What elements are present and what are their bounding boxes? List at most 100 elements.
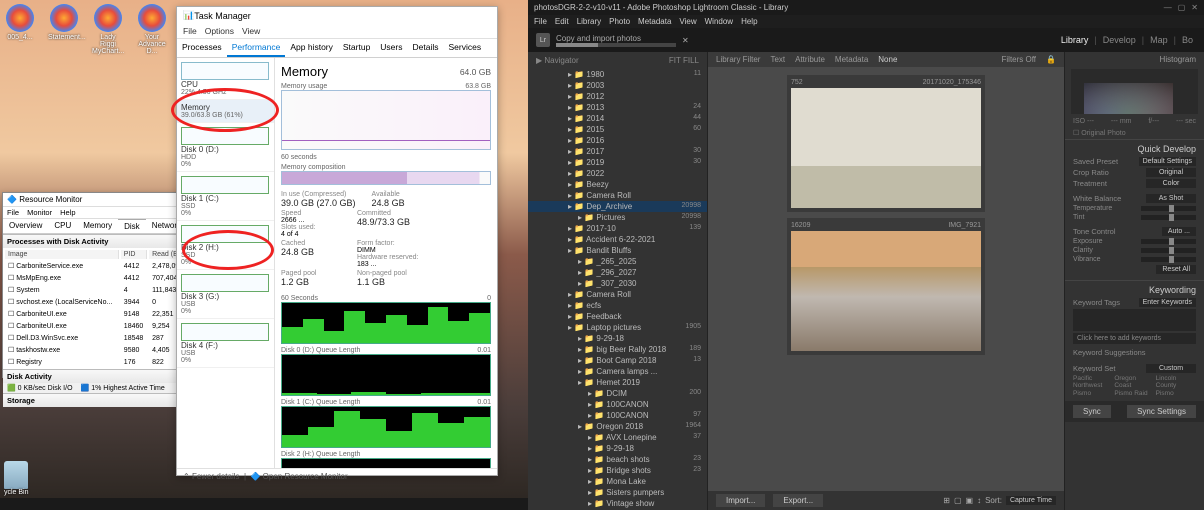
preset-dropdown[interactable]: Default Settings	[1139, 157, 1196, 166]
keyword-set-item[interactable]: Pismo Raid	[1114, 390, 1154, 397]
sync-settings-button[interactable]: Sync Settings	[1127, 405, 1196, 418]
filter-metadata[interactable]: Metadata	[835, 55, 868, 64]
folder-item[interactable]: ▸ 📁 2017-10139	[528, 223, 707, 234]
folder-item[interactable]: ▸ 📁 201324	[528, 102, 707, 113]
keyword-input[interactable]	[1073, 309, 1196, 331]
tab-memory[interactable]: Memory	[77, 219, 118, 233]
add-keywords-input[interactable]: Click here to add keywords	[1073, 333, 1196, 344]
tab-overview[interactable]: Overview	[3, 219, 48, 233]
thumbnail-grid[interactable]: 75220171020_175346 16209IMG_7921	[708, 67, 1064, 491]
folder-item[interactable]: ▸ 📁 Camera lamps ...	[528, 366, 707, 377]
keyword-set-item[interactable]: Pacific Northwest	[1073, 375, 1113, 389]
folder-item[interactable]: ▸ 📁 Bridge shots23	[528, 465, 707, 476]
folder-item[interactable]: ▸ 📁 Sisters pumpers	[528, 487, 707, 498]
folder-item[interactable]: ▸ 📁 201560	[528, 124, 707, 135]
folder-item[interactable]: ▸ 📁 _296_2027	[528, 267, 707, 278]
sidebar-disk1[interactable]: Disk 1 (C:) SSD 0%	[177, 172, 274, 221]
exposure-slider[interactable]	[1141, 239, 1196, 244]
sort-dropdown[interactable]: Capture Time	[1006, 496, 1056, 505]
lightroom-titlebar[interactable]: photosDGR-2-2-v10-v11 - Adobe Photoshop …	[528, 0, 1204, 15]
folder-item[interactable]: ▸ 📁 beach shots23	[528, 454, 707, 465]
folder-item[interactable]: ▸ 📁 201444	[528, 113, 707, 124]
sync-button[interactable]: Sync	[1073, 405, 1111, 418]
module-book[interactable]: Bo	[1179, 35, 1196, 45]
folder-item[interactable]: ▸ 📁 2022	[528, 168, 707, 179]
folder-item[interactable]: ▸ 📁 Bandit Bluffs	[528, 245, 707, 256]
desktop-icon[interactable]: 005_4...	[4, 4, 36, 55]
auto-tone-button[interactable]: Auto ...	[1162, 227, 1196, 236]
thumbnail-cell[interactable]: 16209IMG_7921	[787, 218, 985, 355]
tint-slider[interactable]	[1141, 215, 1196, 220]
folder-item[interactable]: ▸ 📁 Feedback	[528, 311, 707, 322]
folder-item[interactable]: ▸ 📁 9-29-18	[528, 443, 707, 454]
fewer-details-link[interactable]: ⌃ Fewer details	[183, 472, 240, 481]
tab-services[interactable]: Services	[443, 39, 486, 57]
tab-performance[interactable]: Performance	[227, 39, 286, 57]
folder-item[interactable]: ▸ 📁 Laptop pictures1905	[528, 322, 707, 333]
temp-slider[interactable]	[1141, 206, 1196, 211]
desktop-icon[interactable]: Your Advance D...	[136, 4, 168, 55]
folder-item[interactable]: ▸ 📁 198011	[528, 69, 707, 80]
keyword-set-item[interactable]: Lincoln County	[1156, 375, 1196, 389]
folder-item[interactable]: ▸ 📁 201730	[528, 146, 707, 157]
folder-item[interactable]: ▸ 📁 Beezy	[528, 179, 707, 190]
folder-item[interactable]: ▸ 📁 Mona Lake	[528, 476, 707, 487]
tab-users[interactable]: Users	[375, 39, 407, 57]
loupe-view-icon[interactable]: ▢	[954, 496, 962, 505]
vibrance-slider[interactable]	[1141, 257, 1196, 262]
tab-processes[interactable]: Processes	[177, 39, 227, 57]
compare-view-icon[interactable]: ▣	[966, 496, 974, 505]
folder-item[interactable]: ▸ 📁 _307_2030	[528, 278, 707, 289]
export-button[interactable]: Export...	[773, 494, 823, 507]
import-button[interactable]: Import...	[716, 494, 765, 507]
folder-item[interactable]: ▸ 📁 Pictures20998	[528, 212, 707, 223]
filter-attribute[interactable]: Attribute	[795, 55, 825, 64]
folder-item[interactable]: ▸ 📁 big Beer Rally 2018189	[528, 344, 707, 355]
folder-item[interactable]: ▸ 📁 2003	[528, 80, 707, 91]
filters-off[interactable]: Filters Off	[1002, 55, 1037, 64]
folder-item[interactable]: ▸ 📁 2016	[528, 135, 707, 146]
navigator-header[interactable]: ▶ Navigator FIT FILL	[528, 52, 707, 69]
folder-item[interactable]: ▸ 📁 Dep_Archive20998	[528, 201, 707, 212]
keyword-set-item[interactable]: Oregon Coast	[1114, 375, 1154, 389]
reset-all-button[interactable]: Reset All	[1156, 265, 1196, 274]
task-manager-menu[interactable]: FileOptionsView	[177, 24, 497, 39]
folder-item[interactable]: ▸ 📁 ecfs	[528, 300, 707, 311]
folder-item[interactable]: ▸ 📁 _265_2025	[528, 256, 707, 267]
folder-item[interactable]: ▸ 📁 Vintage show	[528, 498, 707, 509]
folder-item[interactable]: ▸ 📁 201930	[528, 157, 707, 168]
histogram-header[interactable]: Histogram	[1065, 52, 1204, 67]
lightroom-menu[interactable]: FileEditLibraryPhotoMetadataViewWindowHe…	[528, 15, 1204, 28]
folder-item[interactable]: ▸ 📁 100CANON97	[528, 410, 707, 421]
tab-app-history[interactable]: App history	[285, 39, 338, 57]
desktop-icon[interactable]: Lady Riggi MyChart...	[92, 4, 124, 55]
sidebar-disk3[interactable]: Disk 3 (G:) USB 0%	[177, 270, 274, 319]
desktop-icon[interactable]: Statement...	[48, 4, 80, 55]
maximize-button[interactable]: ▢	[1178, 3, 1186, 12]
tab-cpu[interactable]: CPU	[48, 219, 77, 233]
sort-direction-icon[interactable]: ↕	[977, 496, 981, 505]
crop-dropdown[interactable]: Original	[1146, 168, 1196, 177]
keyword-set-item[interactable]: Pismo	[1073, 390, 1113, 397]
sidebar-disk4[interactable]: Disk 4 (F:) USB 0%	[177, 319, 274, 368]
keyword-set-item[interactable]: Pismo	[1156, 390, 1196, 397]
keyword-set-dropdown[interactable]: Custom	[1146, 364, 1196, 373]
tags-dropdown[interactable]: Enter Keywords	[1139, 298, 1196, 307]
folder-item[interactable]: ▸ 📁 Camera Roll	[528, 289, 707, 300]
grid-view-icon[interactable]: ⊞	[943, 496, 950, 505]
recycle-bin[interactable]: ycle Bin	[4, 461, 29, 496]
close-button[interactable]: ✕	[1191, 3, 1198, 12]
open-resource-monitor-link[interactable]: 🔷 Open Resource Monitor	[250, 472, 347, 481]
tab-details[interactable]: Details	[408, 39, 444, 57]
tab-startup[interactable]: Startup	[338, 39, 375, 57]
lock-icon[interactable]: 🔒	[1046, 55, 1056, 64]
folder-item[interactable]: ▸ 📁 100CANON	[528, 399, 707, 410]
folder-item[interactable]: ▸ 📁 Accident 6-22-2021	[528, 234, 707, 245]
module-library[interactable]: Library	[1058, 35, 1092, 45]
cancel-import-button[interactable]: ✕	[682, 36, 689, 45]
tab-disk[interactable]: Disk	[118, 219, 146, 233]
folder-item[interactable]: ▸ 📁 Hemet 2019	[528, 377, 707, 388]
folder-item[interactable]: ▸ 📁 Oregon 20181964	[528, 421, 707, 432]
folder-item[interactable]: ▸ 📁 Camera Roll	[528, 190, 707, 201]
folder-item[interactable]: ▸ 📁 9-29-18	[528, 333, 707, 344]
